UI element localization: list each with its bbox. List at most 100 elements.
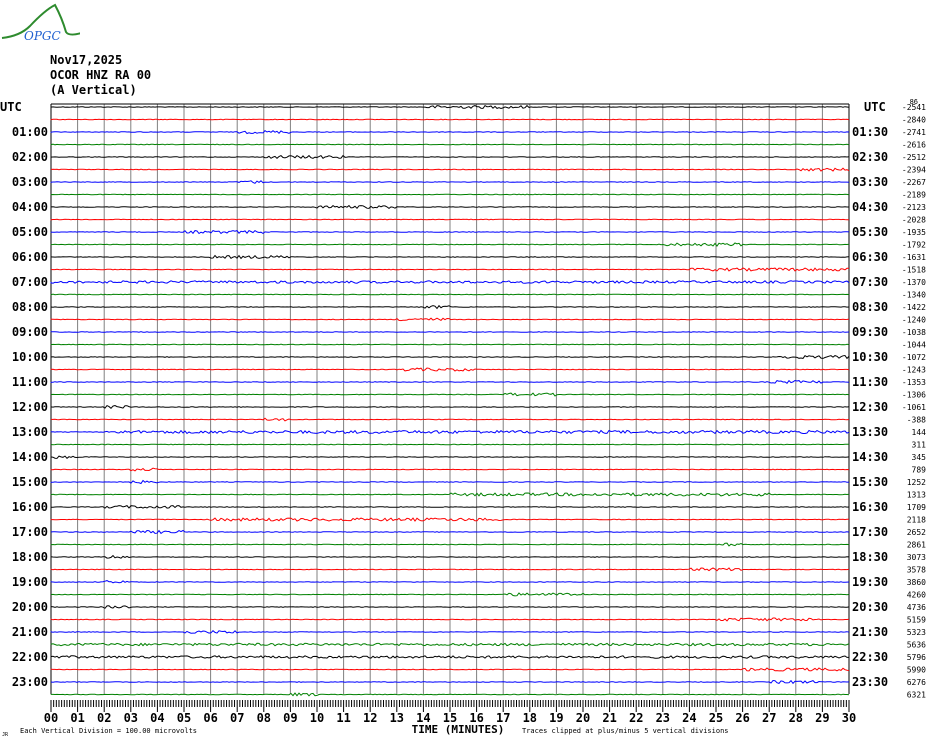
- trace-offset-label: 3860: [907, 578, 926, 587]
- utc-left-label: UTC: [0, 100, 22, 114]
- trace-offset-label: 2118: [907, 516, 926, 525]
- hour-label-left: 02:00: [12, 150, 48, 164]
- hour-label-right: 05:30: [852, 225, 888, 239]
- trace-offset-label: -1240: [902, 316, 926, 325]
- hour-label-left: 20:00: [12, 600, 48, 614]
- trace-offset-label: -2267: [902, 178, 926, 187]
- seismic-trace: [50, 218, 850, 221]
- trace-offset-label: 5159: [907, 616, 926, 625]
- trace-offset-label: 5323: [907, 628, 926, 637]
- hour-label-left: 23:00: [12, 675, 48, 689]
- trace-offset-label: -2189: [902, 191, 926, 200]
- seismic-trace: [50, 193, 850, 196]
- hour-label-left: 14:00: [12, 450, 48, 464]
- hour-label-right: 20:30: [852, 600, 888, 614]
- hour-label-left: 04:00: [12, 200, 48, 214]
- hour-label-right: 22:30: [852, 650, 888, 664]
- trace-offset-label: -1243: [902, 366, 926, 375]
- trace-offset-label: -1072: [902, 353, 926, 362]
- x-tick-label: 23: [656, 711, 670, 725]
- hour-label-right: 21:30: [852, 625, 888, 639]
- footer-clip-note: Traces clipped at plus/minus 5 vertical …: [522, 727, 729, 735]
- hour-label-left: 08:00: [12, 300, 48, 314]
- hour-label-left: 06:00: [12, 250, 48, 264]
- hour-label-left: 07:00: [12, 275, 48, 289]
- utc-right-label: UTC: [864, 100, 886, 114]
- hour-label-left: 18:00: [12, 550, 48, 564]
- trace-offset-label: 1252: [907, 478, 926, 487]
- hour-label-right: 16:30: [852, 500, 888, 514]
- x-tick-label: 05: [177, 711, 191, 725]
- hour-label-right: 12:30: [852, 400, 888, 414]
- trace-offset-label: 311: [912, 441, 927, 450]
- hour-label-right: 08:30: [852, 300, 888, 314]
- trace-offset-label: -1370: [902, 278, 926, 287]
- top-right-extra-label: 86: [910, 98, 918, 106]
- hour-label-right: 07:30: [852, 275, 888, 289]
- footer-division-note: Each Vertical Division = 100.00 microvol…: [20, 727, 197, 735]
- trace-offset-label: 6321: [907, 691, 926, 700]
- hour-label-right: 01:30: [852, 125, 888, 139]
- hour-label-left: 22:00: [12, 650, 48, 664]
- trace-offset-label: -2741: [902, 128, 926, 137]
- trace-offset-label: 3578: [907, 566, 926, 575]
- trace-offset-label: -2512: [902, 153, 926, 162]
- trace-offset-label: -1792: [902, 241, 926, 250]
- x-tick-label: 03: [124, 711, 138, 725]
- hour-label-right: 18:30: [852, 550, 888, 564]
- x-tick-label: 11: [336, 711, 350, 725]
- hour-label-right: 10:30: [852, 350, 888, 364]
- hour-label-left: 16:00: [12, 500, 48, 514]
- trace-offset-label: 144: [912, 428, 927, 437]
- hour-label-left: 19:00: [12, 575, 48, 589]
- hour-label-left: 10:00: [12, 350, 48, 364]
- hour-label-right: 23:30: [852, 675, 888, 689]
- hour-label-right: 14:30: [852, 450, 888, 464]
- trace-offset-label: 5636: [907, 641, 926, 650]
- trace-offset-label: -1306: [902, 391, 926, 400]
- trace-offset-label: -1935: [902, 228, 926, 237]
- x-tick-label: 06: [203, 711, 217, 725]
- x-tick-label: 27: [762, 711, 776, 725]
- hour-label-right: 11:30: [852, 375, 888, 389]
- hour-label-left: 12:00: [12, 400, 48, 414]
- trace-offset-label: 5990: [907, 666, 926, 675]
- trace-offset-label: -1061: [902, 403, 926, 412]
- x-tick-label: 20: [576, 711, 590, 725]
- x-tick-label: 13: [390, 711, 404, 725]
- hour-label-right: 17:30: [852, 525, 888, 539]
- trace-offset-label: 3073: [907, 553, 926, 562]
- trace-offset-label: 5796: [907, 653, 926, 662]
- trace-offset-label: -2028: [902, 216, 926, 225]
- trace-offset-label: -1044: [902, 341, 926, 350]
- x-axis-title: TIME (MINUTES): [412, 723, 505, 736]
- hour-label-left: 21:00: [12, 625, 48, 639]
- x-tick-label: 25: [709, 711, 723, 725]
- hour-label-left: 13:00: [12, 425, 48, 439]
- trace-offset-label: -1518: [902, 266, 926, 275]
- x-tick-label: 01: [70, 711, 84, 725]
- x-tick-label: 10: [310, 711, 324, 725]
- hour-label-right: 02:30: [852, 150, 888, 164]
- trace-offset-label: -1340: [902, 291, 926, 300]
- hour-label-left: 17:00: [12, 525, 48, 539]
- x-tick-label: 00: [44, 711, 58, 725]
- hour-label-right: 15:30: [852, 475, 888, 489]
- corner-mark: JR: [2, 732, 9, 738]
- trace-offset-label: -1631: [902, 253, 926, 262]
- hour-label-right: 09:30: [852, 325, 888, 339]
- x-tick-label: 28: [789, 711, 803, 725]
- hour-label-right: 13:30: [852, 425, 888, 439]
- x-tick-label: 12: [363, 711, 377, 725]
- trace-offset-label: 1313: [907, 491, 926, 500]
- trace-offset-label: 345: [912, 453, 927, 462]
- hour-label-left: 15:00: [12, 475, 48, 489]
- trace-offset-label: -388: [907, 416, 926, 425]
- trace-offset-label: -1353: [902, 378, 926, 387]
- seismic-trace: [50, 331, 850, 333]
- hour-label-left: 05:00: [12, 225, 48, 239]
- hour-label-left: 09:00: [12, 325, 48, 339]
- hour-label-left: 01:00: [12, 125, 48, 139]
- hour-label-right: 04:30: [852, 200, 888, 214]
- hour-label-right: 06:30: [852, 250, 888, 264]
